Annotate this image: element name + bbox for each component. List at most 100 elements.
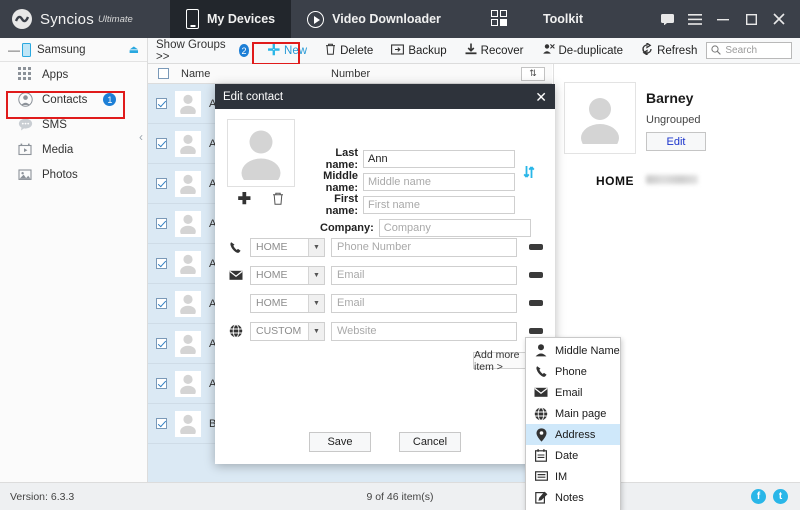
sidebar-item-photos[interactable]: Photos	[0, 162, 147, 187]
name-field-input-3[interactable]	[378, 218, 531, 237]
recover-button[interactable]: Recover	[456, 40, 533, 62]
row-checkbox[interactable]	[156, 378, 167, 389]
item-type-select-0[interactable]: HOME ▼	[250, 237, 325, 257]
twitter-icon[interactable]: t	[773, 489, 788, 504]
select-all-checkbox[interactable]	[158, 68, 169, 79]
new-contact-button[interactable]: ✛ New	[258, 40, 316, 62]
menu-item-label: Phone	[555, 365, 587, 378]
search-box[interactable]	[706, 42, 792, 59]
remove-item-button-3[interactable]	[529, 328, 543, 334]
item-value-input-2[interactable]	[331, 293, 517, 313]
globe-icon	[534, 406, 548, 421]
row-checkbox[interactable]	[156, 418, 167, 429]
swap-arrows-icon[interactable]	[522, 164, 536, 184]
contacts-table-header: Name Number ⇅	[148, 64, 552, 84]
row-checkbox[interactable]	[156, 298, 167, 309]
row-checkbox[interactable]	[156, 218, 167, 229]
name-field-label: Last name:	[325, 146, 358, 171]
row-checkbox[interactable]	[156, 138, 167, 149]
window-controls	[654, 6, 800, 32]
deduplicate-button[interactable]: De-duplicate	[533, 40, 633, 62]
tab-my-devices[interactable]: My Devices	[170, 0, 292, 38]
add-photo-icon[interactable]: ✚	[238, 192, 251, 208]
sidebar-item-apps-label: Apps	[42, 68, 69, 81]
item-type-select-3[interactable]: CUSTOM ▼	[250, 321, 325, 341]
delete-button[interactable]: Delete	[316, 40, 382, 62]
name-field-input-1[interactable]	[363, 172, 515, 191]
item-type-select-1[interactable]: HOME ▼	[250, 265, 325, 285]
show-groups-button[interactable]: Show Groups >>	[156, 39, 229, 63]
row-checkbox[interactable]	[156, 338, 167, 349]
syncios-logo-icon	[12, 9, 32, 29]
row-checkbox[interactable]	[156, 258, 167, 269]
photo-image-icon	[18, 167, 33, 182]
menu-item-date[interactable]: Date	[526, 445, 620, 466]
column-header-name[interactable]: Name	[181, 68, 331, 80]
remove-item-button-2[interactable]	[529, 300, 543, 306]
delete-photo-icon[interactable]	[272, 192, 284, 208]
new-contact-label: New	[284, 44, 308, 57]
item-value-input-1[interactable]	[331, 265, 517, 285]
sidebar-item-contacts-label: Contacts	[42, 93, 88, 106]
dialog-avatar[interactable]	[227, 119, 295, 187]
close-button[interactable]	[766, 6, 792, 32]
menu-item-email[interactable]: Email	[526, 382, 620, 403]
refresh-button[interactable]: Refresh	[632, 40, 706, 62]
backup-icon	[391, 43, 405, 58]
feedback-button[interactable]	[654, 6, 680, 32]
sort-button[interactable]: ⇅	[521, 66, 545, 81]
item-type-select-2[interactable]: HOME ▼	[250, 293, 325, 313]
chevron-down-icon: ▼	[308, 238, 324, 256]
backup-label: Backup	[408, 44, 447, 57]
tab-toolkit[interactable]: Toolkit	[457, 0, 599, 38]
eject-icon[interactable]: ⏏	[129, 43, 139, 56]
contacts-badge: 1	[103, 93, 117, 106]
sidebar-item-sms[interactable]: SMS	[0, 112, 147, 137]
remove-item-button-1[interactable]	[529, 272, 543, 278]
name-field-input-2[interactable]	[363, 195, 515, 214]
menu-item-middle-name[interactable]: Middle Name	[526, 340, 620, 361]
device-row-samsung[interactable]: — Samsung ⏏	[0, 38, 147, 62]
menu-item-address[interactable]: Address	[526, 424, 620, 445]
menu-button[interactable]	[682, 6, 708, 32]
menu-item-phone[interactable]: Phone	[526, 361, 620, 382]
detail-phone-value	[646, 175, 698, 184]
row-checkbox[interactable]	[156, 98, 167, 109]
name-field-input-0[interactable]	[363, 149, 515, 168]
sidebar-collapse-icon[interactable]: ‹	[139, 130, 143, 144]
row-checkbox[interactable]	[156, 178, 167, 189]
tab-video-downloader[interactable]: Video Downloader	[291, 0, 457, 38]
globe-icon	[227, 324, 244, 338]
item-value-input-3[interactable]	[331, 321, 517, 341]
remove-item-button-0[interactable]	[529, 244, 543, 250]
menu-item-label: Address	[555, 428, 596, 441]
name-field-row: First name:	[320, 193, 515, 217]
menu-item-main-page[interactable]: Main page	[526, 403, 620, 424]
backup-button[interactable]: Backup	[382, 40, 455, 62]
sidebar-item-apps[interactable]: Apps	[0, 62, 147, 87]
minimize-button[interactable]	[710, 6, 736, 32]
facebook-icon[interactable]: f	[751, 489, 766, 504]
dialog-footer: Save Cancel	[215, 432, 555, 452]
close-icon[interactable]: ✕	[535, 90, 547, 104]
column-header-number[interactable]: Number	[331, 68, 521, 80]
row-avatar	[175, 290, 201, 317]
contact-person-icon	[18, 92, 33, 107]
person-icon	[534, 344, 548, 357]
maximize-button[interactable]	[738, 6, 764, 32]
save-button[interactable]: Save	[309, 432, 371, 452]
sidebar-item-contacts[interactable]: Contacts 1	[0, 87, 147, 112]
row-avatar	[175, 130, 201, 157]
groups-badge: 2	[238, 44, 250, 57]
menu-item-notes[interactable]: Notes	[526, 487, 620, 508]
menu-item-im[interactable]: IM	[526, 466, 620, 487]
name-field-label: Middle name:	[323, 169, 358, 194]
item-value-input-0[interactable]	[331, 237, 517, 257]
edit-contact-button[interactable]: Edit	[646, 132, 706, 151]
collapse-device-icon[interactable]: —	[8, 43, 20, 57]
search-input[interactable]	[725, 45, 787, 56]
cancel-button[interactable]: Cancel	[399, 432, 461, 452]
sidebar-item-media[interactable]: Media	[0, 137, 147, 162]
menu-item-label: Middle Name	[555, 344, 620, 357]
envelope-icon	[227, 270, 244, 281]
